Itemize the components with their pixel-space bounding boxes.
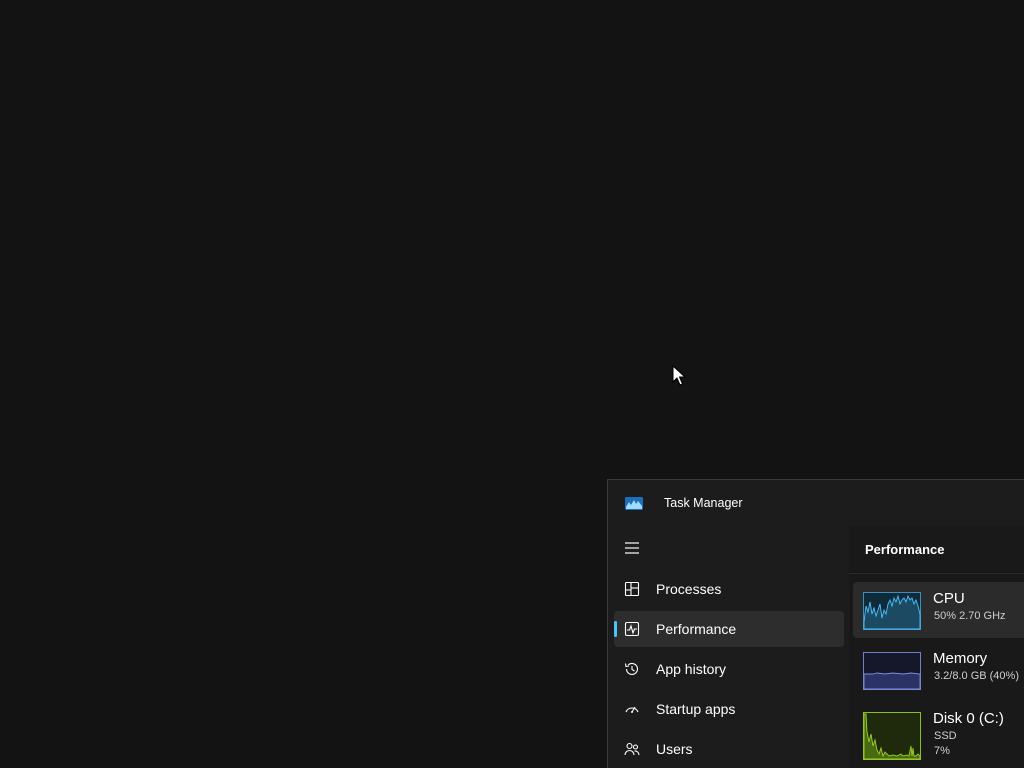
nav-label-users: Users xyxy=(656,741,693,757)
page-title: Performance xyxy=(865,542,945,557)
resource-detail-disk-type: SSD xyxy=(934,730,957,742)
nav-item-performance[interactable]: Performance xyxy=(614,611,844,647)
resource-item-disk-0[interactable]: Disk 0 (C:) SSD 7% xyxy=(853,702,1024,760)
window-title: Task Manager xyxy=(664,496,743,510)
resource-detail-disk-usage: 7% xyxy=(934,745,950,757)
nav-item-processes[interactable]: Processes xyxy=(614,571,844,607)
nav-label-performance: Performance xyxy=(656,621,737,637)
app-history-icon xyxy=(624,662,639,675)
nav-item-startup-apps[interactable]: Startup apps xyxy=(614,691,844,727)
users-icon xyxy=(624,742,640,756)
cpu-usage-graph xyxy=(863,592,921,630)
performance-panel: Performance CPU 50% 2.70 GHz Memory 3.2/… xyxy=(849,526,1024,768)
nav-item-app-history[interactable]: App history xyxy=(614,651,844,687)
nav-label-processes: Processes xyxy=(656,581,722,597)
resource-name-memory: Memory xyxy=(933,650,988,667)
resource-item-memory[interactable]: Memory 3.2/8.0 GB (40%) xyxy=(853,642,1024,698)
disk-usage-graph xyxy=(863,712,921,760)
performance-header: Performance xyxy=(849,526,1024,574)
resource-detail-cpu: 50% 2.70 GHz xyxy=(934,610,1006,622)
resource-detail-memory: 3.2/8.0 GB (40%) xyxy=(934,670,1019,682)
mouse-cursor-icon xyxy=(672,365,686,386)
startup-apps-icon xyxy=(625,706,639,713)
title-bar[interactable]: Task Manager xyxy=(608,480,1024,526)
task-manager-window: Task Manager Processes Performance App h… xyxy=(607,479,1024,768)
nav-item-users[interactable]: Users xyxy=(614,731,844,767)
performance-icon xyxy=(624,621,640,637)
resource-name-disk-0: Disk 0 (C:) xyxy=(933,710,1004,727)
resource-name-cpu: CPU xyxy=(933,590,965,607)
task-manager-app-icon xyxy=(625,497,643,510)
selection-indicator xyxy=(614,621,617,637)
memory-usage-graph xyxy=(863,652,921,690)
nav-label-app-history: App history xyxy=(656,661,727,677)
nav-label-startup-apps: Startup apps xyxy=(656,701,736,717)
resource-item-cpu[interactable]: CPU 50% 2.70 GHz xyxy=(853,582,1024,638)
processes-icon xyxy=(624,581,640,597)
desktop-background: Task Manager Processes Performance App h… xyxy=(0,0,1024,768)
hamburger-menu-icon[interactable] xyxy=(620,536,644,560)
